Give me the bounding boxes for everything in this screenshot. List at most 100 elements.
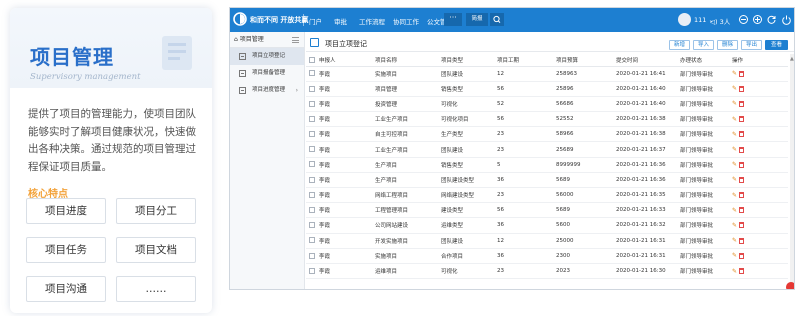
add-button[interactable]: 新增 — [669, 40, 690, 50]
edit-icon[interactable]: ✎ — [732, 252, 737, 259]
col-submit-time[interactable]: 提交时间 — [616, 54, 680, 67]
edit-icon[interactable]: ✎ — [732, 146, 737, 153]
col-applicant[interactable]: 申报人 — [319, 54, 375, 67]
row-checkbox[interactable] — [309, 115, 315, 122]
cell-budget: 25000 — [556, 233, 616, 249]
edit-icon[interactable]: ✎ — [732, 70, 737, 77]
nav-portal[interactable]: 门户 — [309, 16, 322, 26]
row-checkbox[interactable] — [309, 85, 315, 92]
table-row[interactable]: 李霞 生产项目 销售类型 5 8999999 2020-01-21 16:36 部门领导审批… — [306, 157, 788, 173]
row-checkbox[interactable] — [309, 267, 315, 274]
nav-extra-tab[interactable]: 简报 — [466, 13, 488, 26]
trash-icon[interactable] — [739, 85, 745, 92]
trash-icon[interactable] — [739, 252, 745, 259]
table-row[interactable]: 李霞 实施项目 团队建设 12 258963 2020-01-21 16:41 部门领导审批… — [306, 66, 788, 82]
row-checkbox[interactable] — [309, 70, 315, 77]
edit-icon[interactable]: ✎ — [732, 176, 737, 183]
trash-icon[interactable] — [739, 131, 745, 138]
row-checkbox[interactable] — [309, 252, 315, 259]
trash-icon[interactable] — [739, 146, 745, 153]
export-button[interactable]: 导出 — [741, 40, 762, 50]
table-row[interactable]: 李霞 自主可控项目 生产类型 23 58966 2020-01-21 16:38 部门领导审… — [306, 126, 788, 143]
edit-icon[interactable]: ✎ — [732, 100, 737, 107]
edit-icon[interactable]: ✎ — [732, 222, 737, 229]
nav-workflow[interactable]: 工作流程 — [359, 16, 385, 26]
search-icon[interactable] — [490, 13, 504, 26]
feature-division[interactable]: 项目分工 — [116, 198, 196, 224]
sidebar-item-project-progress[interactable]: 项目进度管理 › — [230, 82, 304, 99]
nav-collaboration[interactable]: 协同工作 — [393, 16, 419, 26]
feature-documents[interactable]: 项目文档 — [116, 237, 196, 263]
cell-applicant: 李霞 — [319, 263, 375, 280]
view-button[interactable]: 查看 — [765, 40, 788, 50]
row-checkbox[interactable] — [309, 146, 315, 153]
settings-icon[interactable] — [738, 14, 749, 25]
row-checkbox[interactable] — [309, 237, 315, 244]
row-checkbox[interactable] — [309, 176, 315, 183]
row-checkbox[interactable] — [309, 207, 315, 214]
refresh-icon[interactable] — [766, 14, 777, 25]
nav-more-button[interactable]: ··· — [444, 13, 462, 26]
sidebar-item-project-registration[interactable]: 项目立项登记 — [230, 48, 304, 65]
sidebar-item-project-filing[interactable]: 项目报备管理 — [230, 65, 304, 82]
edit-icon[interactable]: ✎ — [732, 207, 737, 214]
menu-toggle-icon[interactable] — [292, 37, 299, 43]
cell-status: 部门领导审批 — [680, 217, 732, 234]
feature-more[interactable]: …… — [116, 276, 196, 302]
table-row[interactable]: 李霞 投资管理 可视化 52 56686 2020-01-21 16:40 部门领导审批 ✎ — [306, 96, 788, 113]
avatar[interactable] — [678, 13, 691, 26]
trash-icon[interactable] — [739, 192, 745, 199]
row-checkbox[interactable] — [309, 131, 315, 138]
table-row[interactable]: 李霞 网络工程项目 网络建设类型 23 56000 2020-01-21 16:35 部门领… — [306, 187, 788, 204]
table-row[interactable]: 李霞 工业生产项目 团队建设 23 25689 2020-01-21 16:37 部门领导审… — [306, 141, 788, 158]
trash-icon[interactable] — [739, 268, 745, 275]
col-duration[interactable]: 项目工期 — [497, 54, 556, 67]
feature-communication[interactable]: 项目沟通 — [26, 276, 106, 302]
select-all-checkbox[interactable] — [309, 56, 315, 63]
scrollbar[interactable]: ▲ ▼ — [790, 54, 794, 289]
table-row[interactable]: 李霞 实施项目 合作项目 36 2300 2020-01-21 16:31 部门领导审批 ✎ — [306, 248, 788, 264]
table-row[interactable]: 李霞 运维项目 可视化 23 2023 2020-01-21 16:30 部门领导审批 ✎ — [306, 263, 788, 280]
cell-project-type: 团队建设 — [441, 66, 497, 82]
col-budget[interactable]: 项目预算 — [556, 54, 616, 67]
col-project-type[interactable]: 项目类型 — [441, 54, 497, 67]
nav-approval[interactable]: 审批 — [334, 16, 347, 26]
table-row[interactable]: 李霞 项目管理 销售类型 56 25896 2020-01-21 16:40 部门领导审批 ✎ — [306, 81, 788, 97]
trash-icon[interactable] — [739, 207, 745, 214]
table-row[interactable]: 李霞 生产项目 团队建设类型 36 5689 2020-01-21 16:36 部门领导审批… — [306, 172, 788, 189]
edit-icon[interactable]: ✎ — [732, 131, 737, 138]
notification-badge[interactable] — [786, 282, 794, 289]
row-checkbox[interactable] — [309, 222, 315, 229]
row-checkbox[interactable] — [309, 191, 315, 198]
delete-button[interactable]: 删除 — [717, 40, 738, 50]
trash-icon[interactable] — [739, 70, 745, 77]
edit-icon[interactable]: ✎ — [732, 85, 737, 92]
cell-status: 部门领导审批 — [680, 96, 732, 113]
table-row[interactable]: 李霞 工业生产项目 可视化项目 56 52552 2020-01-21 16:38 部门领导… — [306, 111, 788, 128]
feature-progress[interactable]: 项目进度 — [26, 198, 106, 224]
scroll-up-icon[interactable]: ▲ — [790, 56, 794, 62]
import-button[interactable]: 导入 — [693, 40, 714, 50]
edit-icon[interactable]: ✎ — [732, 161, 737, 168]
row-checkbox[interactable] — [309, 100, 315, 107]
power-icon[interactable] — [781, 14, 792, 25]
col-project-name[interactable]: 项目名称 — [375, 54, 441, 67]
edit-icon[interactable]: ✎ — [732, 116, 737, 123]
feature-tasks[interactable]: 项目任务 — [26, 237, 106, 263]
trash-icon[interactable] — [739, 161, 745, 168]
edit-icon[interactable]: ✎ — [732, 237, 737, 244]
online-users[interactable]: ◁) 3人 — [710, 16, 730, 26]
trash-icon[interactable] — [739, 237, 745, 244]
row-checkbox[interactable] — [309, 161, 315, 168]
edit-icon[interactable]: ✎ — [732, 192, 737, 199]
add-icon[interactable] — [752, 14, 763, 25]
col-status[interactable]: 办理状态 — [680, 54, 732, 67]
table-row[interactable]: 李霞 工程管理项目 建设类型 56 5689 2020-01-21 16:33 部门领导审批… — [306, 202, 788, 219]
table-row[interactable]: 李霞 公司网站建设 运维类型 36 5600 2020-01-21 16:32 部门领导审批… — [306, 217, 788, 234]
trash-icon[interactable] — [739, 222, 745, 229]
table-row[interactable]: 李霞 开发实施项目 团队建设 12 25000 2020-01-21 16:31 部门领导审… — [306, 233, 788, 249]
edit-icon[interactable]: ✎ — [732, 268, 737, 275]
trash-icon[interactable] — [739, 116, 745, 123]
trash-icon[interactable] — [739, 176, 745, 183]
trash-icon[interactable] — [739, 100, 745, 107]
